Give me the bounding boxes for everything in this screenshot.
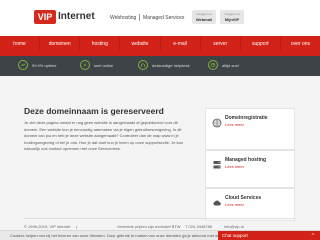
nav-email[interactable]: e-mail — [159, 38, 200, 50]
card-managed-hosting[interactable]: Managed hosting Lees meer — [205, 150, 295, 188]
nav-over-ons[interactable]: over ons — [279, 38, 320, 50]
footer-divider — [24, 218, 296, 219]
webmail-login-caption: inloggen op — [196, 12, 212, 16]
webmail-login-button[interactable]: inloggen op Webmail — [192, 10, 216, 24]
chevron-up-icon: ^ — [311, 233, 314, 239]
intro-text: Je ziet deze pagina omdat er nog geen we… — [24, 120, 183, 151]
card-cloud-services-title: Cloud Services — [225, 195, 262, 201]
card-domeinregistratie[interactable]: Domeinregistratie Lees meer — [205, 108, 295, 150]
feature-helpdesk: deskundige helpdesk — [138, 60, 190, 70]
nav-hosting[interactable]: hosting — [79, 38, 119, 50]
footer-vat-note: Vermelde prijzen zijn exclusief BTW — [117, 224, 181, 229]
globe-icon — [212, 115, 222, 128]
footer-separator: | — [76, 224, 78, 229]
footer-copyright: © 1996-2019, VIP Internet — [24, 224, 71, 229]
footer-phone[interactable]: T 024-3448785 — [185, 224, 212, 229]
server-icon — [212, 157, 222, 169]
headset-icon — [138, 60, 148, 70]
chat-support-label: Chat support — [222, 233, 248, 238]
chat-support-button[interactable]: Chat support ^ — [218, 231, 320, 240]
nav-website[interactable]: website — [119, 38, 159, 50]
brand-name[interactable]: Internet — [58, 11, 95, 22]
nav-home[interactable]: home — [0, 38, 39, 50]
uptime-icon — [18, 60, 28, 70]
main-nav: home domeinen hosting website e-mail ser… — [0, 36, 320, 56]
feature-altijd-snel-label: altijd snel — [222, 62, 239, 68]
footer-email[interactable]: info@vip.nl — [224, 224, 244, 229]
nav-support[interactable]: support — [239, 38, 280, 50]
cookie-bar: Cookies helpen ons bij het leveren van o… — [0, 230, 320, 240]
speed-icon — [208, 60, 218, 70]
tagline-webhosting: Webhosting — [110, 15, 137, 21]
page-title: Deze domeinnaam is gereserveerd — [24, 106, 164, 116]
header: VIP Internet Webhosting Managed Services… — [0, 0, 320, 36]
card-cloud-services[interactable]: Cloud Services Lees meer — [205, 188, 295, 221]
feature-snel-online-label: snel online — [94, 62, 114, 68]
feature-uptime-label: 99.9% uptime — [32, 62, 57, 68]
card-cloud-services-link[interactable]: Lees meer — [225, 202, 244, 207]
card-managed-hosting-title: Managed hosting — [225, 157, 267, 163]
logo[interactable]: VIP — [34, 10, 56, 24]
feature-snel-online: snel online — [80, 60, 113, 70]
tagline-managed-services: Managed Services — [143, 15, 185, 21]
tagline-divider — [139, 14, 140, 21]
mijnvip-login-caption: inloggen op — [224, 12, 240, 16]
feature-helpdesk-label: deskundige helpdesk — [152, 62, 190, 68]
nav-domeinen[interactable]: domeinen — [39, 38, 79, 50]
webmail-login-label: Webmail — [195, 17, 213, 22]
feature-altijd-snel: altijd snel — [208, 60, 239, 70]
card-managed-hosting-link[interactable]: Lees meer — [225, 164, 244, 169]
card-domeinregistratie-link[interactable]: Lees meer — [225, 122, 244, 127]
feature-strip: 99.9% uptime snel online deskundige help… — [0, 56, 320, 76]
nav-server[interactable]: server — [199, 38, 240, 50]
feature-uptime: 99.9% uptime — [18, 60, 56, 70]
cloud-icon — [212, 195, 222, 206]
card-domeinregistratie-title: Domeinregistratie — [225, 115, 268, 121]
lightning-icon — [80, 60, 90, 70]
mijnvip-login-button[interactable]: inloggen op MijnVIP — [220, 10, 244, 24]
mijnvip-login-label: MijnVIP — [224, 17, 240, 22]
